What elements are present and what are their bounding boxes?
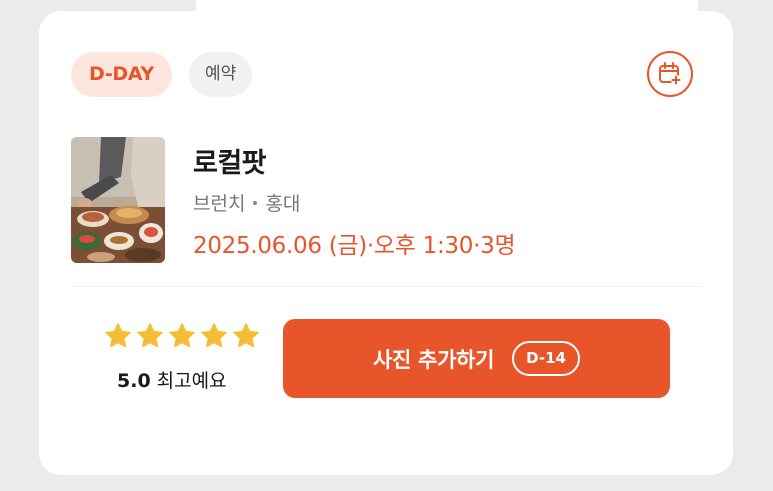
rating-text: 5.0 최고예요 <box>117 366 227 393</box>
reservation-card: D-DAY 예약 로컬팟 브런치 홍대 2025.06.06 (금)·오후 1:… <box>39 11 733 475</box>
star-icon <box>105 323 131 348</box>
status-badge: 예약 <box>189 52 253 97</box>
calendar-add-icon <box>659 62 681 85</box>
dday-countdown-badge: D-14 <box>512 341 580 376</box>
star-icon <box>201 323 227 348</box>
rating-label: 최고예요 <box>156 370 227 392</box>
store-meta: 브런치 홍대 <box>193 189 300 216</box>
rating-score: 5.0 <box>117 370 151 392</box>
dday-badge: D-DAY <box>71 52 172 97</box>
store-name: 로컬팟 <box>193 148 267 179</box>
divider <box>71 286 703 287</box>
star-rating <box>103 321 261 351</box>
star-icon <box>137 323 163 348</box>
star-icon <box>169 323 195 348</box>
star-icon <box>233 323 259 348</box>
store-category: 브런치 <box>193 193 246 215</box>
add-photo-button[interactable]: 사진 추가하기 D-14 <box>283 319 670 398</box>
reservation-details: 2025.06.06 (금)·오후 1:30·3명 <box>193 233 516 259</box>
add-photo-label: 사진 추가하기 <box>373 347 495 372</box>
add-to-calendar-button[interactable] <box>647 51 693 97</box>
store-thumbnail[interactable] <box>71 137 165 263</box>
separator-dot <box>253 200 258 205</box>
store-area: 홍대 <box>265 193 301 215</box>
